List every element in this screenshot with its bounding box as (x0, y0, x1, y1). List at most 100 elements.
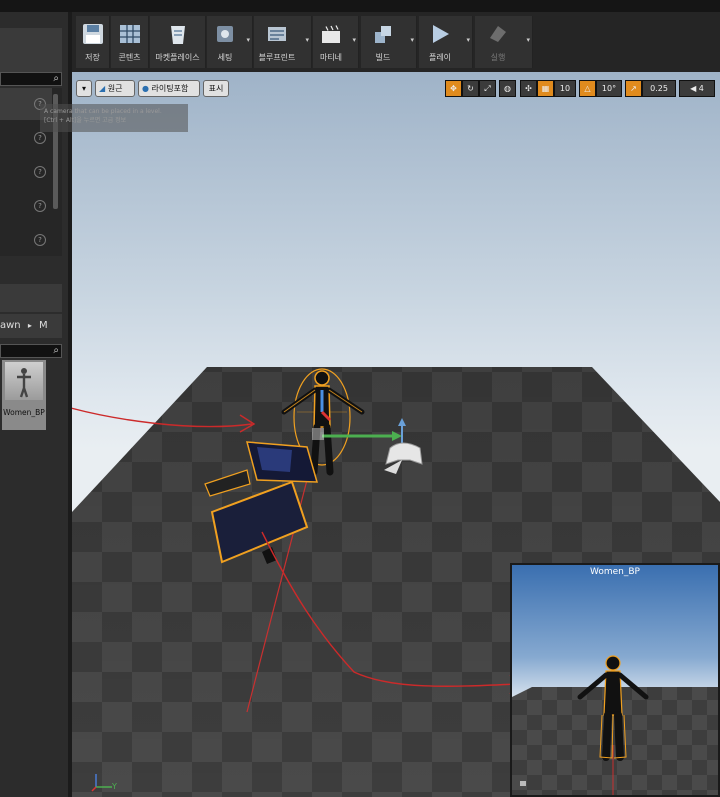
camera-preview: Women_BP (510, 563, 720, 797)
camera-speed-button[interactable]: ◀ 4 (679, 80, 715, 97)
play-icon (432, 25, 449, 43)
viewport-toolbar: ▾ ◢ 원근 ● 라이팅포함 표시 ✥ ↻ ⤢ ◍ ✣ ▦ 10 △ 10° ↗… (72, 78, 720, 100)
build-label: 빌드 (375, 53, 391, 62)
translate-icon: ✥ (450, 84, 457, 93)
grid-snap-value[interactable]: 10 (554, 80, 576, 97)
build-icon (374, 26, 391, 43)
marketplace-label: 마켓플레이스 (155, 53, 200, 62)
marketplace-button[interactable]: 마켓플레이스 (150, 16, 206, 68)
scale-icon: ⤢ (484, 84, 491, 93)
help-icon[interactable]: ? (34, 200, 46, 212)
lighting-label: 라이팅포함 (151, 84, 189, 93)
asset-tile[interactable]: Women_BP (2, 360, 46, 430)
character-thumbnail-icon (17, 368, 31, 398)
scale-snap-text: 0.25 (650, 84, 668, 93)
grid-snap-toggle[interactable]: ▦ (537, 80, 554, 97)
surface-snap-button[interactable]: ✣ (520, 80, 537, 97)
scale-snap-value[interactable]: 0.25 (642, 80, 676, 97)
breadcrumb-item[interactable]: awn (0, 320, 21, 331)
class-tooltip: A camera that can be placed in a level. … (40, 104, 188, 132)
scale-mode-button[interactable]: ⤢ (479, 80, 496, 97)
class-row[interactable]: ? (0, 224, 52, 256)
chevron-down-icon[interactable]: ▾ (352, 36, 356, 44)
settings-icon (216, 26, 233, 42)
perspective-icon: ◢ (99, 84, 106, 93)
content-button[interactable]: 콘텐츠 (111, 16, 149, 68)
viewport-options-button[interactable]: ▾ (76, 80, 92, 97)
grid-icon: ▦ (541, 84, 550, 93)
camera-speed-icon: ◀ (690, 84, 697, 93)
class-row[interactable]: ? (0, 156, 52, 188)
blueprint-icon (267, 27, 286, 41)
chevron-down-icon: ▾ (81, 84, 86, 93)
settings-label: 세팅 (217, 53, 233, 62)
content-browser-icon (119, 25, 140, 43)
perspective-label: 원근 (107, 84, 123, 93)
chevron-down-icon[interactable]: ▾ (466, 36, 470, 44)
breadcrumb-separator-icon: ▸ (27, 321, 32, 330)
marketplace-icon (170, 26, 185, 44)
play-button[interactable]: ▾ 플레이 (419, 16, 473, 68)
camera-lock-icon (520, 781, 526, 786)
lit-sphere-icon: ● (142, 84, 149, 93)
search-icon: ⌕ (53, 345, 59, 356)
rotation-snap-value[interactable]: 10° (596, 80, 622, 97)
chevron-down-icon[interactable]: ▾ (526, 36, 530, 44)
asset-name: Women_BP (3, 408, 45, 417)
search-icon: ⌕ (53, 73, 59, 84)
help-icon[interactable]: ? (34, 166, 46, 178)
blueprint-button[interactable]: ▾ 블루프린트 (254, 16, 312, 68)
level-viewport[interactable]: Y ▾ ◢ 원근 ● 라이팅포함 표시 ✥ ↻ ⤢ ◍ ✣ ▦ 10 △ 10°… (72, 72, 720, 797)
breadcrumb-item[interactable]: M (39, 320, 48, 331)
main-toolbar: 저장 콘텐츠 마켓플레이스 ▾ 세팅 ▾ 블루프린트 ▾ 마티네 ▾ 빌드 ▾ … (72, 12, 720, 72)
save-button[interactable]: 저장 (76, 16, 110, 68)
scale-snap-toggle[interactable]: ↗ (625, 80, 642, 97)
show-label: 표시 (208, 84, 224, 93)
content-browser-header (0, 284, 62, 312)
grid-snap-text: 10 (559, 84, 571, 93)
show-button[interactable]: 표시 (203, 80, 229, 97)
chevron-down-icon[interactable]: ▾ (305, 36, 309, 44)
launch-label: 실행 (490, 53, 506, 62)
surface-snap-icon: ✣ (525, 84, 532, 93)
axis-label: Y (112, 782, 117, 791)
lighting-mode-button[interactable]: ● 라이팅포함 (138, 80, 200, 97)
chevron-down-icon[interactable]: ▾ (246, 36, 250, 44)
angle-icon: △ (584, 84, 591, 93)
camera-preview-render (512, 655, 718, 795)
help-icon[interactable]: ? (34, 234, 46, 246)
rotation-snap-text: 10° (601, 84, 617, 93)
matinee-icon (321, 25, 340, 43)
coordinate-space-button[interactable]: ◍ (499, 80, 516, 97)
camera-speed-text: 4 (698, 84, 704, 93)
launch-icon (489, 26, 506, 42)
save-label: 저장 (85, 53, 100, 62)
matinee-label: 마티네 (319, 53, 343, 62)
settings-button[interactable]: ▾ 세팅 (207, 16, 253, 68)
asset-search-input[interactable]: ⌕ (0, 344, 62, 358)
tooltip-text: A camera that can be placed in a level. (44, 108, 162, 115)
help-icon[interactable]: ? (34, 132, 46, 144)
rotation-snap-toggle[interactable]: △ (579, 80, 596, 97)
translate-mode-button[interactable]: ✥ (445, 80, 462, 97)
globe-icon: ◍ (504, 84, 511, 93)
matinee-button[interactable]: ▾ 마티네 (313, 16, 359, 68)
modes-panel-header (0, 28, 62, 74)
window-top-strip (0, 0, 720, 12)
save-icon (82, 24, 103, 44)
build-button[interactable]: ▾ 빌드 (361, 16, 417, 68)
chevron-down-icon[interactable]: ▾ (410, 36, 414, 44)
class-search-input[interactable]: ⌕ (0, 72, 62, 86)
blueprint-label: 블루프린트 (258, 53, 296, 62)
content-label: 콘텐츠 (118, 53, 141, 62)
scale-snap-icon: ↗ (630, 84, 637, 93)
play-label: 플레이 (428, 53, 452, 62)
tooltip-hint: [Ctrl + Alt]을 누르면 고급 정보 (44, 117, 127, 124)
perspective-button[interactable]: ◢ 원근 (95, 80, 135, 97)
asset-thumbnail (5, 362, 43, 400)
breadcrumb: awn ▸ M (0, 314, 62, 338)
class-row[interactable]: ? (0, 190, 52, 222)
rotate-icon: ↻ (467, 84, 474, 93)
launch-button[interactable]: ▾ 실행 (475, 16, 533, 68)
rotate-mode-button[interactable]: ↻ (462, 80, 479, 97)
